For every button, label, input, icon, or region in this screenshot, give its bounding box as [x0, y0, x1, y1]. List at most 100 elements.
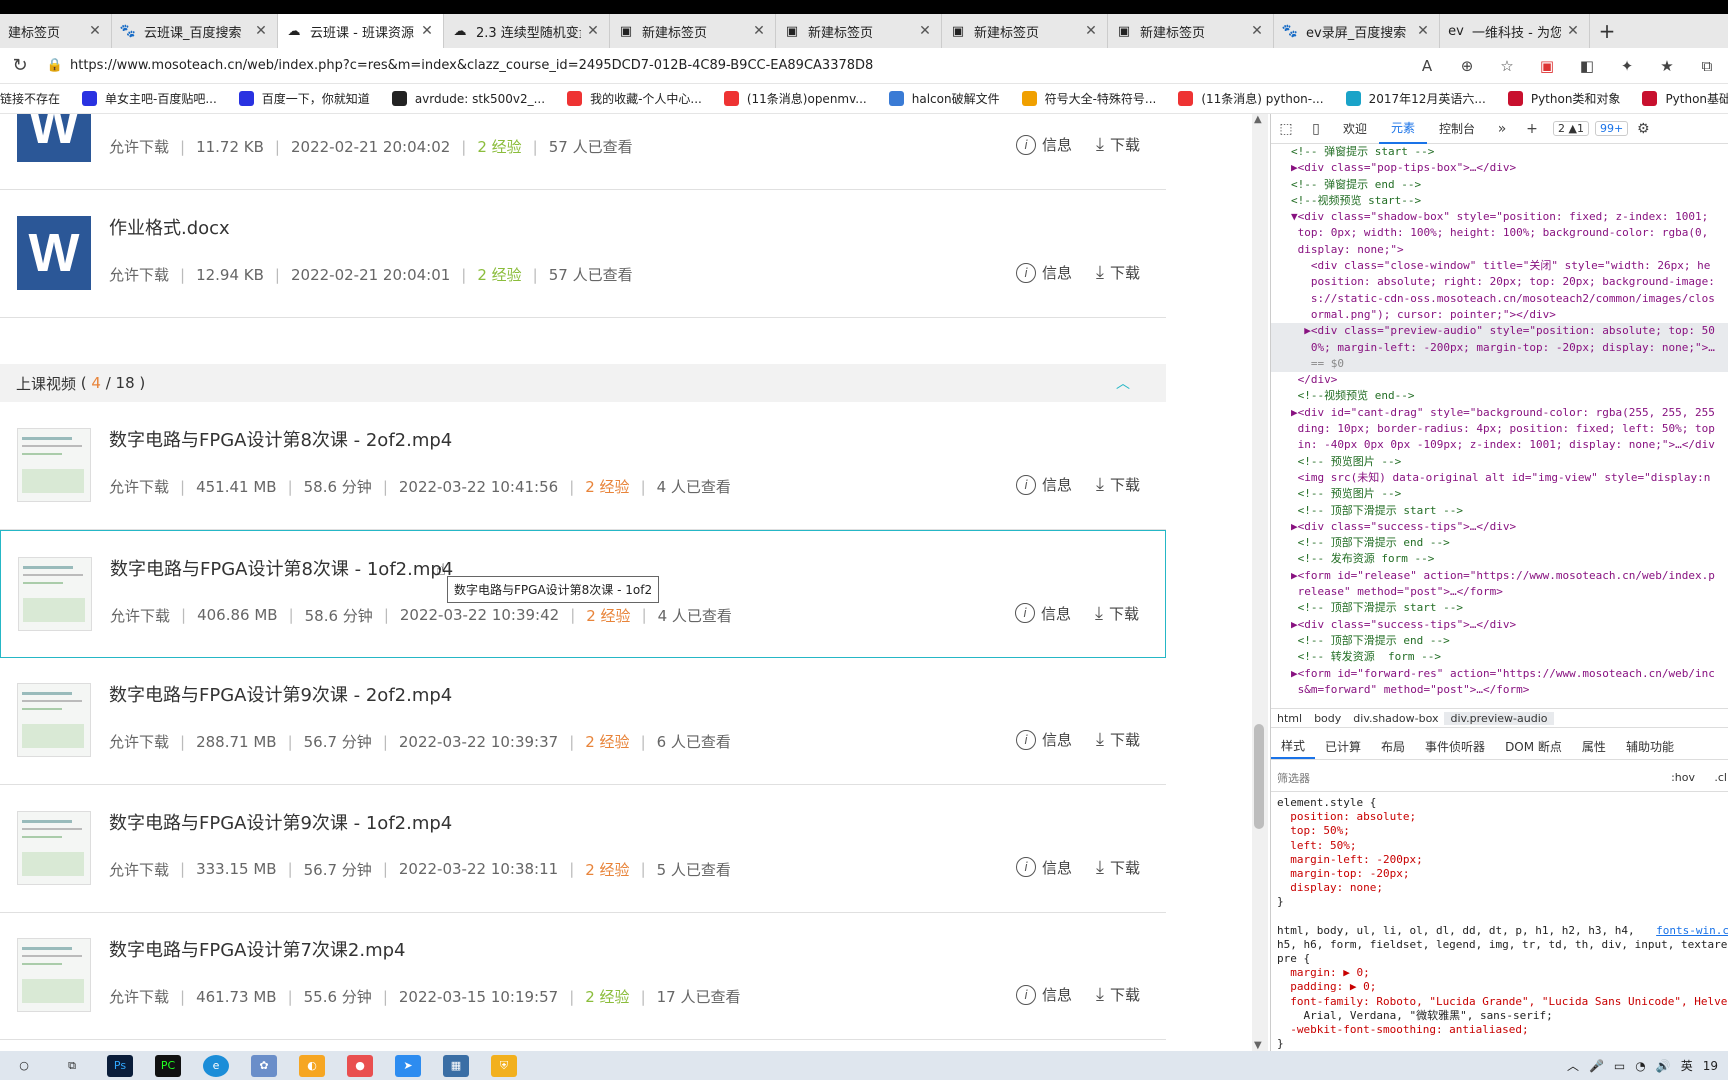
tray-arrow-icon[interactable]: ︿	[1567, 1057, 1579, 1074]
filter-input[interactable]: 筛选器	[1277, 770, 1310, 786]
video-row[interactable]: 数字电路与FPGA设计第8次课 - 2of2.mp4 允许下载 | 451.41 MB…	[0, 402, 1166, 530]
download-button[interactable]: ⤓ 下载	[1096, 984, 1140, 1005]
read-aloud-icon[interactable]: A	[1416, 57, 1438, 75]
add-tab-icon[interactable]: +	[1517, 121, 1547, 137]
photoshop-icon[interactable]: Ps	[107, 1054, 133, 1077]
tab-4[interactable]: ▣ 新建标签页 ✕	[610, 14, 776, 48]
extension-icon[interactable]: ◧	[1576, 57, 1598, 75]
dom-line[interactable]: <!-- 预览图片 -->	[1291, 454, 1728, 470]
style-line[interactable]: padding: ▶ 0;	[1277, 980, 1728, 994]
dom-line[interactable]: 0%; margin-left: -200px; margin-top: -20…	[1271, 339, 1728, 356]
close-icon[interactable]: ✕	[1083, 23, 1099, 39]
download-button[interactable]: ⤓ 下载	[1096, 857, 1140, 878]
breadcrumb-item[interactable]: html	[1271, 712, 1308, 725]
wifi-icon[interactable]: ◔	[1635, 1059, 1645, 1073]
close-icon[interactable]: ✕	[585, 23, 601, 39]
video-title[interactable]: 数字电路与FPGA设计第8次课 - 2of2.mp4	[109, 426, 452, 452]
breadcrumb-item[interactable]: div.shadow-box	[1347, 712, 1444, 725]
style-line[interactable]	[1277, 910, 1728, 924]
tab-0[interactable]: 建标签页 ✕	[0, 14, 112, 48]
download-button[interactable]: ⤓ 下载	[1096, 134, 1140, 155]
close-icon[interactable]: ✕	[751, 23, 767, 39]
search-icon[interactable]: ○	[11, 1055, 37, 1077]
dom-line[interactable]: ▶<form id="release" action="https://www.…	[1291, 568, 1728, 584]
recorder-icon[interactable]: ●	[347, 1054, 373, 1077]
dom-line[interactable]: ding: 10px; border-radius: 4px; position…	[1291, 421, 1728, 437]
style-line[interactable]: -webkit-font-smoothing: antialiased;	[1277, 1023, 1728, 1037]
breadcrumb-item[interactable]: body	[1308, 712, 1347, 725]
styles-tab[interactable]: 辅助功能	[1616, 734, 1684, 759]
bookmark-item[interactable]: 2017年12月英语六...	[1345, 90, 1486, 107]
info-button[interactable]: i 信息	[1016, 984, 1072, 1005]
close-icon[interactable]: ✕	[1249, 23, 1265, 39]
bookmark-item[interactable]: (11条消息) python-...	[1178, 90, 1324, 107]
style-source-link[interactable]: fonts-win.c	[1656, 924, 1728, 938]
video-thumbnail[interactable]	[18, 556, 92, 631]
pycharm-icon[interactable]: PC	[155, 1054, 181, 1077]
styles-tab[interactable]: 属性	[1572, 734, 1616, 759]
style-line[interactable]: margin: ▶ 0;	[1277, 966, 1728, 980]
video-row[interactable]: 数字电路与FPGA设计第7次课2.mp4 允许下载 | 461.73 MB | 55.6 …	[0, 912, 1166, 1040]
download-button[interactable]: ⤓ 下载	[1095, 603, 1139, 624]
close-icon[interactable]: ✕	[253, 23, 269, 39]
security-shield-icon[interactable]: ⛨	[491, 1054, 517, 1077]
info-button[interactable]: i 信息	[1016, 262, 1072, 283]
video-thumbnail[interactable]	[17, 428, 91, 502]
bookmark-item[interactable]: 符号大全-特殊符号...	[1021, 90, 1156, 107]
app-icon[interactable]: ➤	[395, 1054, 421, 1077]
dom-line[interactable]: in: -40px 0px 0px -109px; z-index: 1001;…	[1291, 437, 1728, 453]
style-line[interactable]: position: absolute;	[1277, 810, 1728, 824]
style-line[interactable]: pre {	[1277, 952, 1728, 966]
edge-icon[interactable]: e	[203, 1054, 229, 1077]
video-thumbnail[interactable]	[17, 810, 91, 885]
video-title[interactable]: 数字电路与FPGA设计第9次课 - 2of2.mp4	[109, 681, 452, 707]
resource-title[interactable]: 作业格式.docx	[109, 214, 230, 240]
scrollbar-thumb[interactable]	[1254, 724, 1264, 829]
page-scrollbar[interactable]: ▲ ▼	[1252, 114, 1268, 1051]
video-title[interactable]: 数字电路与FPGA设计第8次课 - 1of2.mp4	[110, 555, 453, 581]
info-button[interactable]: i 信息	[1015, 603, 1071, 624]
video-title[interactable]: 数字电路与FPGA设计第7次课2.mp4	[109, 936, 406, 962]
bookmark-item[interactable]: 我的收藏-个人中心...	[567, 90, 702, 107]
extensions-puzzle-icon[interactable]: ✦	[1616, 57, 1638, 75]
new-tab-button[interactable]: +	[1590, 14, 1624, 48]
extension-red-icon[interactable]: ▣	[1536, 57, 1558, 75]
dom-line[interactable]: s://static-cdn-oss.mosoteach.cn/mosoteac…	[1291, 291, 1728, 307]
bookmark-item[interactable]: 单女主吧-百度贴吧...	[82, 90, 217, 107]
style-line[interactable]: h5, h6, form, fieldset, legend, img, tr,…	[1277, 938, 1728, 952]
style-line[interactable]: display: none;	[1277, 881, 1728, 895]
bookmark-item[interactable]: Python类和对象	[1507, 90, 1620, 107]
app-icon[interactable]: ✿	[251, 1054, 277, 1077]
task-view-icon[interactable]: ⧉	[59, 1055, 85, 1077]
class-toggle[interactable]: .cl	[1714, 771, 1727, 784]
dom-line[interactable]: release" method="post">…</form>	[1291, 584, 1728, 600]
dom-line[interactable]: ▶<div class="pop-tips-box">…</div>	[1291, 160, 1728, 176]
styles-filter[interactable]: 筛选器 :hov .cl	[1271, 764, 1728, 792]
dom-line[interactable]: <!-- 顶部下滑提示 start -->	[1291, 503, 1728, 519]
dom-line[interactable]: <!-- 弹窗提示 start -->	[1291, 144, 1728, 160]
dom-line[interactable]: <!-- 顶部下滑提示 start -->	[1291, 600, 1728, 616]
dom-line[interactable]: ▶<form id="forward-res" action="https://…	[1291, 666, 1728, 682]
dom-line[interactable]: <!-- 预览图片 -->	[1291, 486, 1728, 502]
close-icon[interactable]: ✕	[87, 23, 103, 39]
video-thumbnail[interactable]	[17, 938, 91, 1012]
info-button[interactable]: i 信息	[1016, 729, 1072, 750]
close-icon[interactable]: ✕	[1415, 23, 1431, 39]
tab-5[interactable]: ▣ 新建标签页 ✕	[776, 14, 942, 48]
bookmark-item[interactable]: Python基础教程，P...	[1642, 90, 1728, 107]
styles-tab[interactable]: 事件侦听器	[1415, 734, 1495, 759]
info-button[interactable]: i 信息	[1016, 857, 1072, 878]
download-button[interactable]: ⤓ 下载	[1096, 262, 1140, 283]
dom-line[interactable]: ▼<div class="shadow-box" style="position…	[1291, 209, 1728, 225]
download-button[interactable]: ⤓ 下载	[1096, 729, 1140, 750]
style-line[interactable]: font-family: Roboto, "Lucida Grande", "L…	[1277, 995, 1728, 1009]
info-button[interactable]: i 信息	[1016, 474, 1072, 495]
dom-line[interactable]: <!-- 转发资源 form -->	[1291, 649, 1728, 665]
tab-3[interactable]: ☁ 2.3 连续型随机变量 ✕	[444, 14, 610, 48]
scroll-up-icon[interactable]: ▲	[1254, 114, 1262, 125]
dom-line[interactable]: <!-- 顶部下滑提示 end -->	[1291, 535, 1728, 551]
close-icon[interactable]: ✕	[917, 23, 933, 39]
dom-line[interactable]: <!-- 发布资源 form -->	[1291, 551, 1728, 567]
dom-line[interactable]: <!--视频预览 end-->	[1291, 388, 1728, 404]
dom-line[interactable]: s&m=forward" method="post">…</form>	[1291, 682, 1728, 698]
